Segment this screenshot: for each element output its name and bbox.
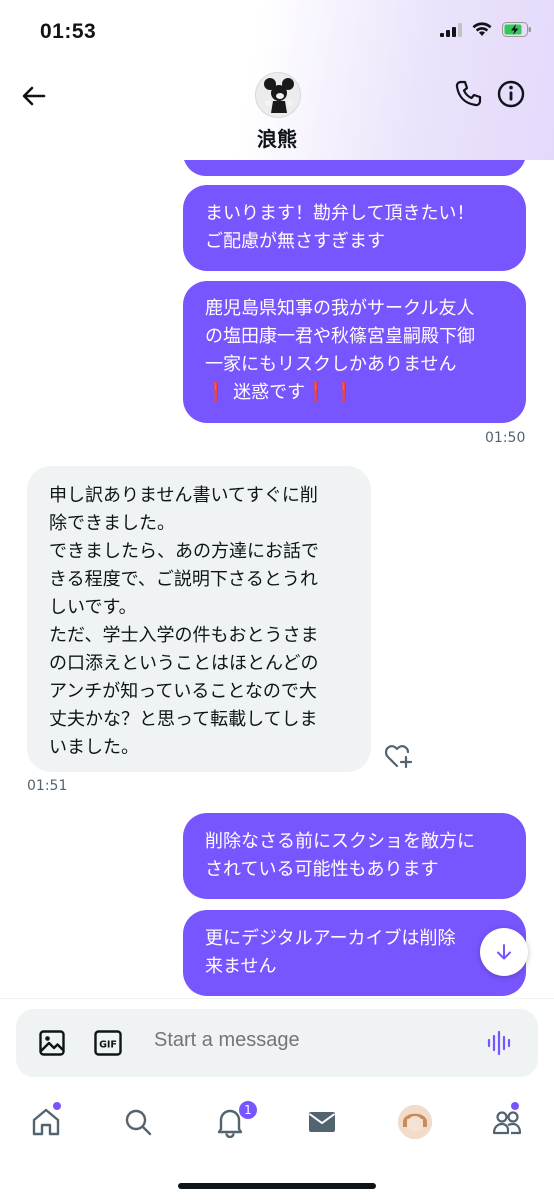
tab-search[interactable] (120, 1104, 156, 1140)
image-icon (39, 1030, 65, 1056)
home-unread-dot (53, 1102, 61, 1110)
arrow-left-icon (22, 86, 46, 106)
tab-messages[interactable] (304, 1104, 340, 1140)
call-button[interactable] (452, 78, 484, 110)
scroll-to-bottom-button[interactable] (480, 928, 528, 976)
message-line: まいります！勘弁して頂きたい！ (205, 203, 475, 224)
gif-label: GIF (99, 1040, 117, 1051)
message-input[interactable] (154, 1029, 454, 1052)
message-timestamp: 01:50 (485, 430, 526, 446)
profile-avatar (398, 1105, 432, 1139)
voice-wave-icon (487, 1030, 511, 1056)
bottom-tab-bar: 1 (0, 1090, 554, 1154)
message-line: しいです。 (49, 597, 137, 618)
back-button[interactable] (18, 80, 50, 112)
contact-avatar[interactable] (255, 72, 301, 118)
message-list[interactable]: まいります！勘弁して頂きたい！ ご配慮が無さすぎます 鹿児島県知事の我がサークル… (0, 160, 554, 998)
message-line: 来ません (205, 956, 277, 977)
message-bubble-received[interactable]: 申し訳ありません書いてすぐに削 除できました。 できましたら、あの方達にお話で … (27, 466, 371, 772)
message-line: ご配慮が無さすぎます (205, 231, 385, 252)
notifications-badge: 1 (238, 1100, 258, 1120)
contact-name[interactable]: 浪熊 (0, 123, 554, 152)
phone-icon (455, 80, 482, 107)
message-line: 削除なさる前にスクショを敵方に (205, 831, 475, 852)
message-line: の口添えということはほとんどの (49, 653, 319, 674)
gif-icon: GIF (94, 1030, 122, 1056)
status-time: 01:53 (40, 20, 97, 43)
info-icon (497, 80, 525, 108)
message-line: 除できました。 (49, 513, 175, 534)
react-button[interactable] (384, 742, 414, 770)
message-line: の塩田康一君や秋篠宮皇嗣殿下御 (205, 326, 475, 347)
wifi-icon (472, 22, 492, 36)
message-line: できましたら、あの方達にお話で (49, 541, 319, 562)
add-gif-button[interactable]: GIF (94, 1030, 122, 1056)
message-timestamp: 01:51 (27, 778, 68, 794)
message-line: 丈夫かな？と思って転載してしま (49, 709, 318, 730)
message-line: されている可能性もあります (205, 859, 439, 880)
envelope-icon (308, 1112, 336, 1132)
message-line: 申し訳ありません書いてすぐに削 (49, 485, 318, 506)
home-indicator (178, 1183, 376, 1189)
avatar-image (256, 73, 300, 117)
message-bubble-partial[interactable] (183, 160, 526, 176)
message-bubble-sent[interactable]: まいります！勘弁して頂きたい！ ご配慮が無さすぎます (183, 185, 526, 271)
battery-charging-icon (502, 22, 531, 37)
message-line: アンチが知っていることなので大 (49, 681, 317, 702)
message-line: 一家にもリスクしかありません (205, 354, 457, 375)
message-bubble-sent[interactable]: 削除なさる前にスクショを敵方に されている可能性もあります (183, 813, 526, 899)
voice-message-button[interactable] (486, 1029, 514, 1057)
avatar-image (398, 1105, 432, 1139)
message-bubble-sent[interactable]: 更にデジタルアーカイブは削除 来ません (183, 910, 526, 996)
message-line: ❗ 迷惑です❗ ❗ (205, 382, 356, 403)
message-line: いました。 (49, 737, 139, 758)
home-icon (32, 1108, 60, 1136)
message-line: 更にデジタルアーカイブは削除 (205, 928, 456, 949)
status-bar: 01:53 (0, 0, 554, 64)
arrow-down-icon (497, 944, 511, 960)
heart-plus-icon (384, 745, 413, 769)
message-line: ただ、学士入学の件もおとうさま (49, 625, 319, 646)
message-bubble-sent[interactable]: 鹿児島県知事の我がサークル友人 の塩田康一君や秋篠宮皇嗣殿下御 一家にもリスクし… (183, 281, 526, 423)
info-button[interactable] (495, 78, 527, 110)
people-icon (492, 1111, 522, 1135)
composer-divider (0, 998, 554, 999)
tab-communities[interactable] (489, 1104, 525, 1140)
message-line: 鹿児島県知事の我がサークル友人 (205, 298, 475, 319)
cellular-signal-icon (440, 22, 462, 37)
tab-profile[interactable] (397, 1104, 433, 1140)
add-image-button[interactable] (38, 1029, 66, 1057)
search-icon (125, 1109, 152, 1136)
message-composer: GIF (16, 1009, 538, 1077)
conversation-header: 浪熊 (0, 64, 554, 160)
message-line: きる程度で、ご説明下さるとうれ (49, 569, 318, 590)
status-icons (440, 22, 532, 37)
communities-unread-dot (511, 1102, 519, 1110)
